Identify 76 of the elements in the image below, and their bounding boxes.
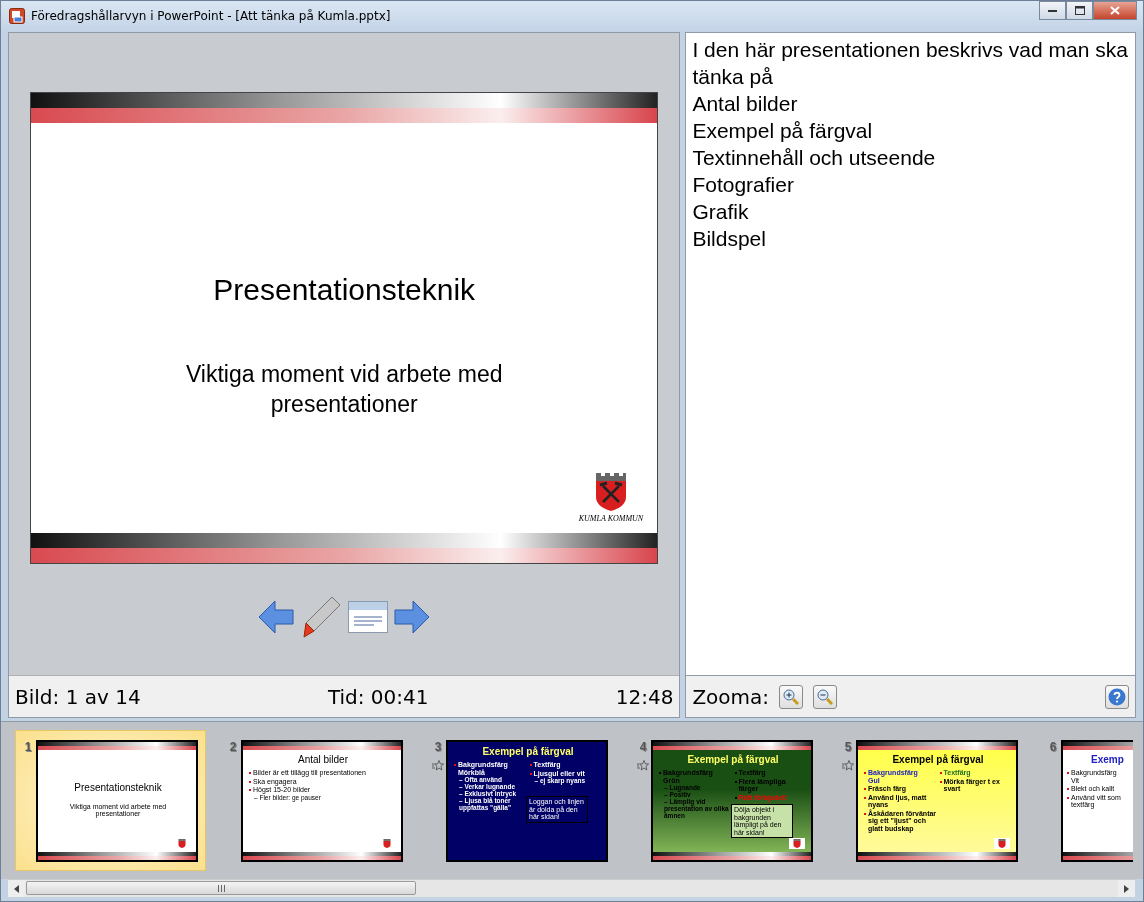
bullet-mark — [734, 772, 737, 774]
bullet-mark — [939, 780, 942, 783]
coat-of-arms-icon — [789, 838, 805, 849]
right-caret-icon — [1124, 884, 1129, 893]
bullet-mark — [1067, 772, 1069, 774]
notes-line: I den här presentationen beskrivs vad man ska tänka på — [692, 37, 1129, 90]
slide-number: 6 — [1049, 740, 1057, 754]
maximize-icon — [1074, 6, 1085, 15]
left-caret-icon — [14, 884, 19, 893]
slide-subtitle: Viktiga moment vid arbete med presentationer — [184, 360, 504, 419]
bullet-mark — [249, 780, 251, 783]
clock: 12:48 — [615, 684, 674, 709]
bullet-mark — [454, 764, 456, 766]
next-slide-button[interactable] — [394, 600, 431, 634]
bullet-mark — [659, 772, 661, 774]
bullet-mark — [864, 788, 866, 790]
thumbnail-title: Presentationsteknik — [73, 782, 163, 793]
slide-number: 5 — [844, 740, 852, 754]
slide-number: 3 — [434, 740, 442, 754]
presentation-app-icon — [9, 8, 25, 24]
slide-title: Presentationsteknik — [213, 273, 476, 307]
thumbnail-title: Exemp — [1090, 754, 1125, 765]
notes-line: Fotografier — [692, 172, 795, 198]
previous-slide-button[interactable] — [258, 600, 295, 634]
scroll-right-button[interactable] — [1118, 880, 1135, 897]
bullet-mark — [864, 796, 866, 799]
slide-number: 1 — [24, 740, 32, 754]
bullet-mark — [864, 812, 866, 815]
minimize-button[interactable] — [1039, 1, 1066, 20]
slide-number: 4 — [639, 740, 647, 754]
bullet-mark — [249, 772, 251, 774]
elapsed-timer: Tid: 00:41 — [327, 684, 429, 709]
zoom-in-icon — [783, 688, 800, 705]
thumbnail-title: Exempel på färgval — [686, 754, 780, 765]
bullet-mark — [249, 789, 251, 791]
thumbnail-title: Exempel på färgval — [891, 754, 985, 765]
logo-text: KUMLA KOMMUN — [578, 514, 644, 523]
zoom-in-button[interactable] — [779, 684, 804, 709]
help-icon — [1108, 687, 1126, 706]
zoom-label: Zooma: — [692, 684, 770, 709]
notes-line: Antal bilder — [692, 91, 799, 117]
slide-counter: Bild: 1 av 14 — [15, 684, 141, 709]
bullet-mark — [734, 796, 737, 799]
thumbnail-title: Exempel på färgval — [481, 746, 575, 757]
notes-line: Grafik — [692, 199, 750, 225]
left-arrow-icon — [258, 600, 295, 634]
coat-of-arms-icon — [994, 838, 1010, 849]
pen-button[interactable] — [300, 595, 343, 639]
bullet-mark — [939, 772, 942, 774]
zoom-out-icon — [817, 688, 834, 705]
close-button[interactable] — [1093, 1, 1137, 20]
bullet-mark — [734, 780, 737, 783]
slide-icon — [348, 601, 389, 633]
notes-line: Bildspel — [692, 226, 767, 252]
right-arrow-icon — [394, 600, 431, 634]
coat-of-arms-icon — [593, 473, 628, 511]
slide-number: 2 — [229, 740, 237, 754]
thumbnail-title: Antal bilder — [297, 754, 349, 765]
speaker-notes[interactable]: I den här presentationen beskrivs vad man ska tänka på Antal bilder Exempel på färgval Textinnehåll och utseende Fotografier Grafik Bildspel — [685, 32, 1136, 676]
grip-icon — [217, 884, 225, 892]
scroll-left-button[interactable] — [8, 880, 25, 897]
maximize-button[interactable] — [1066, 1, 1093, 20]
close-icon — [1110, 6, 1120, 15]
bullet-mark — [529, 772, 532, 775]
bullet-mark — [864, 772, 866, 774]
notes-line: Exempel på färgval — [692, 118, 874, 144]
bullet-mark — [529, 764, 532, 766]
pen-icon — [300, 595, 343, 639]
help-button[interactable] — [1105, 684, 1129, 709]
slide-menu-button[interactable] — [348, 601, 389, 633]
zoom-out-button[interactable] — [813, 684, 838, 709]
scrollbar-thumb[interactable] — [26, 881, 416, 895]
notes-line: Textinnehåll och utseende — [692, 145, 937, 171]
window-title: Föredragshållarvyn i PowerPoint - [Att tänka på Kumla.pptx] — [31, 9, 391, 23]
bullet-mark — [1067, 788, 1069, 790]
bullet-mark — [1067, 796, 1069, 799]
